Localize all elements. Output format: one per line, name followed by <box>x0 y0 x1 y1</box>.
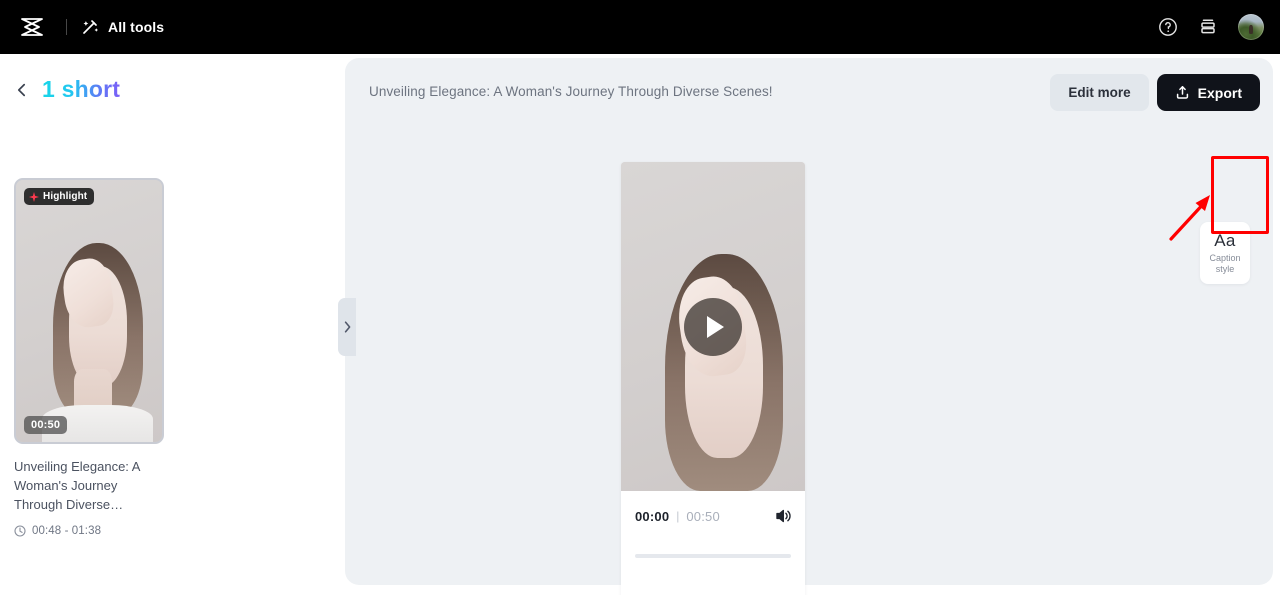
video-title: Unveiling Elegance: A Woman's Journey Th… <box>369 84 773 99</box>
volume-on-icon[interactable] <box>774 507 792 525</box>
edit-more-button[interactable]: Edit more <box>1050 74 1149 111</box>
clip-time-range-label: 00:48 - 01:38 <box>32 525 102 537</box>
caption-style-label: Caption style <box>1209 252 1241 274</box>
all-tools-label: All tools <box>108 19 165 35</box>
magic-wand-icon <box>83 20 99 34</box>
player-controls: 00:00 | 00:50 <box>621 491 805 595</box>
clip-time-range: 00:48 - 01:38 <box>14 525 164 537</box>
clip-card[interactable]: Highlight 00:50 Unveiling Elegance: A Wo… <box>14 178 164 537</box>
chevron-right-icon <box>344 321 350 333</box>
all-tools-menu[interactable]: All tools <box>81 18 164 36</box>
time-separator: | <box>676 509 680 523</box>
clip-title: Unveiling Elegance: A Woman's Journey Th… <box>14 459 140 512</box>
clock-icon <box>14 525 26 537</box>
capcut-app-window: All tools 1 short Highlight 00:50 Unveil… <box>0 0 1280 595</box>
capcut-logo-icon <box>21 18 43 36</box>
export-button[interactable]: Export <box>1156 74 1260 111</box>
top-navigation-bar: All tools <box>0 0 1280 54</box>
upload-share-icon <box>1176 86 1188 99</box>
page-title: 1 short <box>42 76 121 102</box>
caption-style-aa-icon: Aa <box>1214 230 1236 250</box>
topbar-actions <box>1158 14 1280 40</box>
shorts-sidebar-panel: 1 short Highlight 00:50 Unveiling Elegan… <box>0 58 337 585</box>
export-button-label: Export <box>1197 84 1242 101</box>
chevron-left-icon[interactable] <box>14 82 30 98</box>
sidebar-header: 1 short <box>0 58 337 103</box>
highlight-badge-label: Highlight <box>43 191 88 202</box>
topbar-divider <box>66 19 67 35</box>
clip-thumbnail-image <box>16 180 162 442</box>
preview-header: Unveiling Elegance: A Woman's Journey Th… <box>345 58 1273 126</box>
play-button-icon <box>707 315 724 338</box>
video-player: 00:00 | 00:50 <box>621 162 805 595</box>
playback-progress-bar[interactable] <box>635 554 791 558</box>
clip-duration-badge: 00:50 <box>24 416 68 434</box>
play-button[interactable] <box>684 297 742 356</box>
video-surface[interactable] <box>621 162 805 491</box>
help-circle-icon[interactable] <box>1158 17 1178 37</box>
highlight-badge: Highlight <box>24 188 95 205</box>
preview-main-panel: Unveiling Elegance: A Woman's Journey Th… <box>338 58 1273 595</box>
total-time: 00:50 <box>686 508 720 524</box>
user-avatar[interactable] <box>1238 14 1264 40</box>
capcut-logo-button[interactable] <box>0 16 64 38</box>
sidebar-collapse-handle[interactable] <box>338 298 356 356</box>
current-time: 00:00 <box>635 508 670 524</box>
preview-header-actions: Edit more Export <box>1050 74 1260 111</box>
player-time-row: 00:00 | 00:50 <box>621 491 805 525</box>
clip-thumbnail[interactable]: Highlight 00:50 <box>14 178 164 444</box>
caption-style-button[interactable]: Aa Caption style <box>1200 222 1250 284</box>
sparkle-icon <box>29 191 39 202</box>
layers-stack-icon[interactable] <box>1198 17 1218 37</box>
